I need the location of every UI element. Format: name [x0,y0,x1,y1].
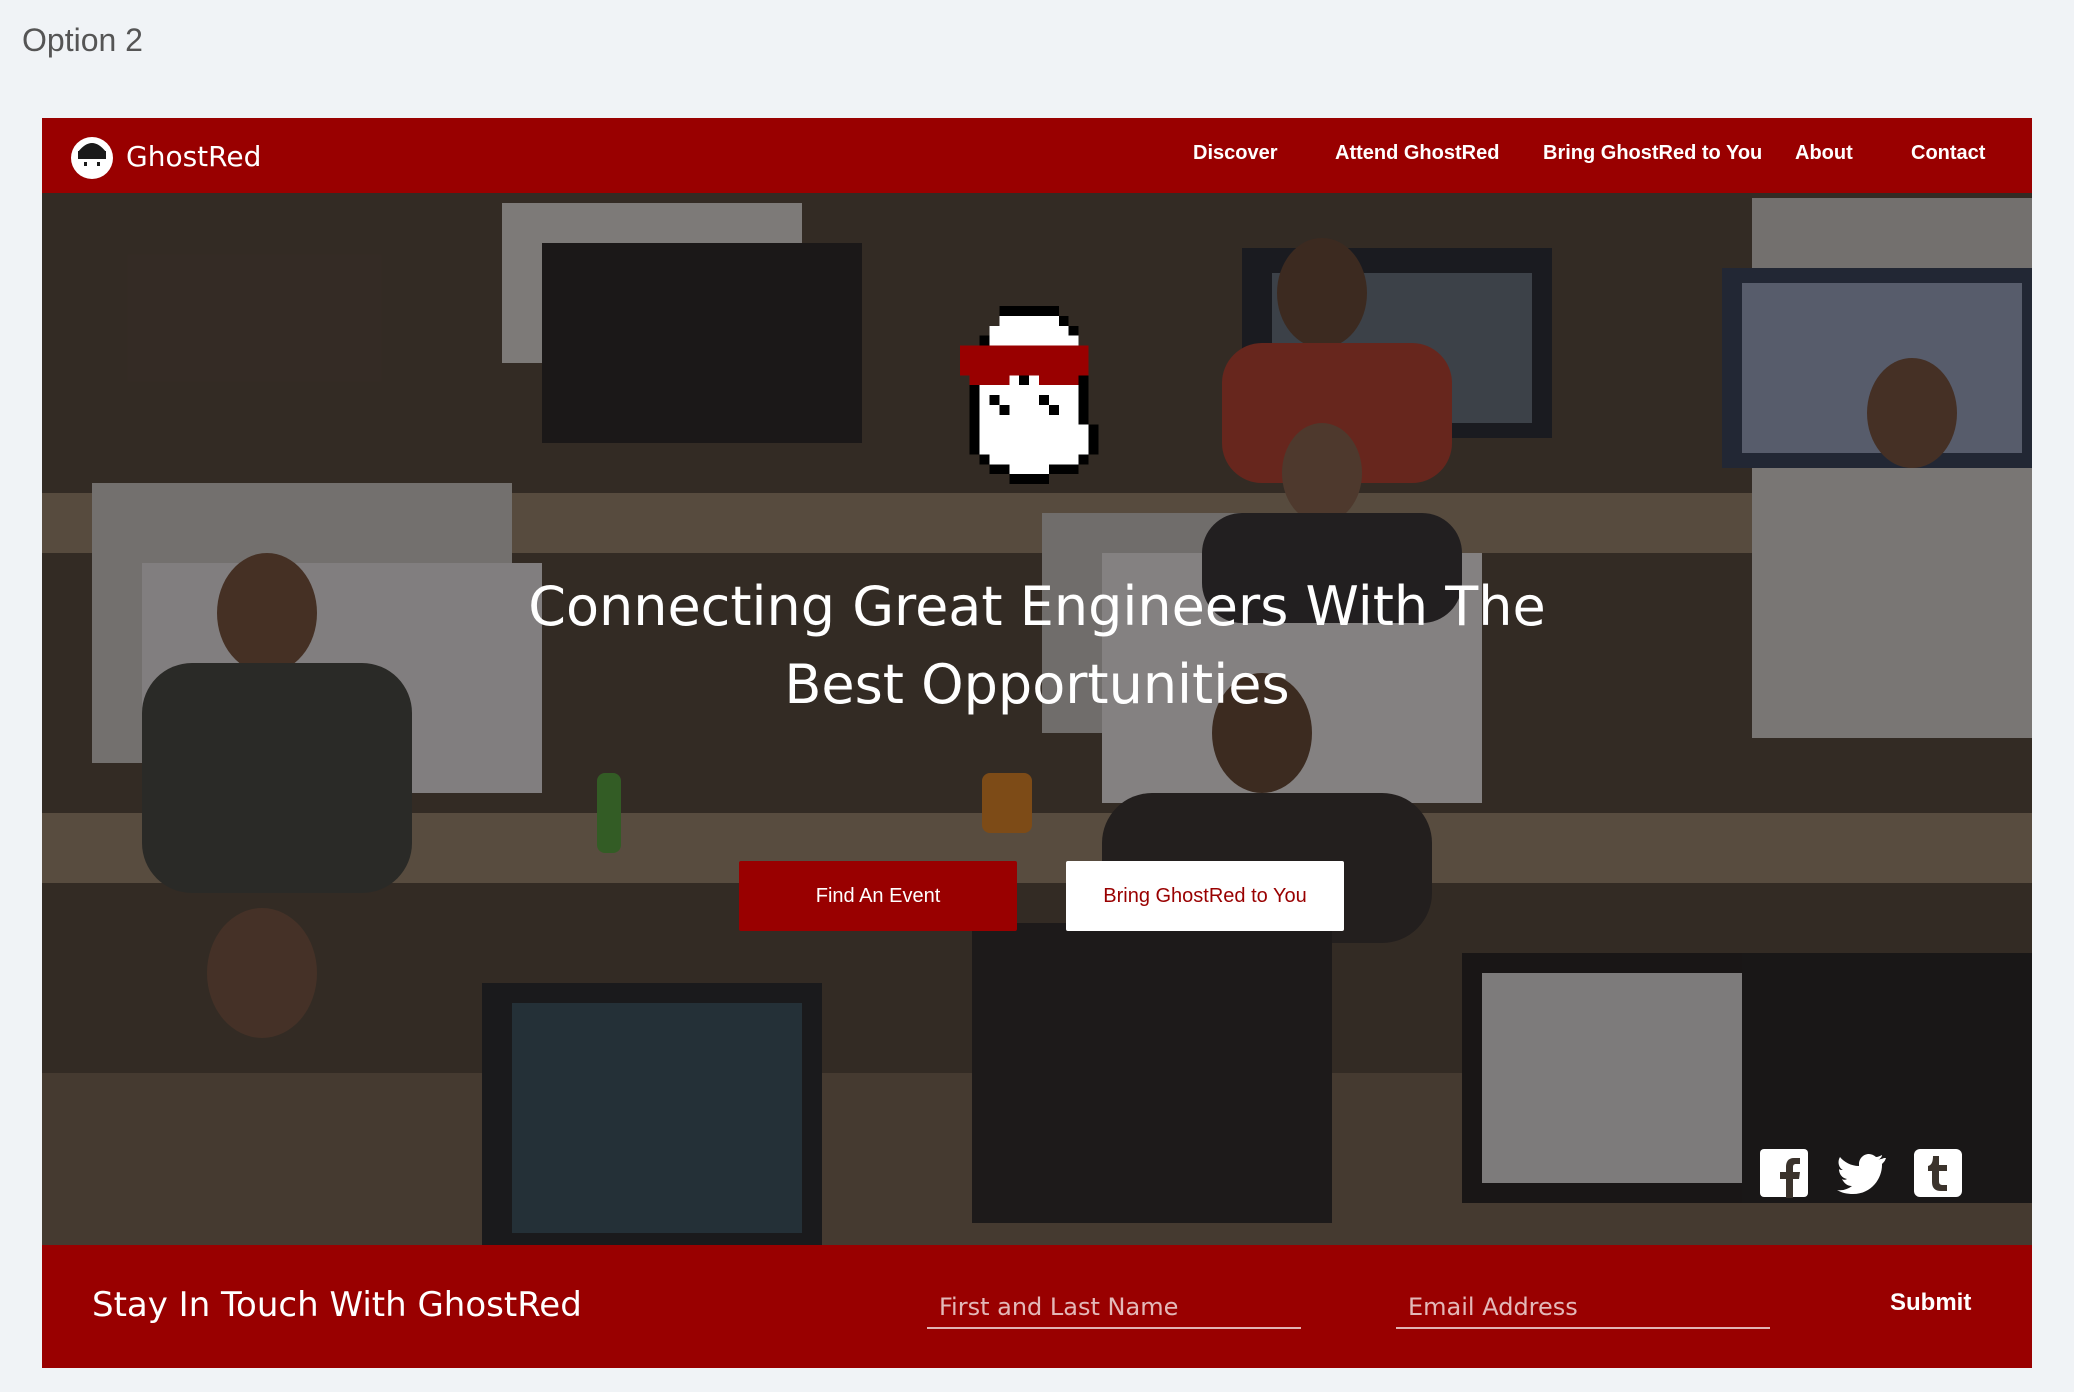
newsletter-signup-bar: Stay In Touch With GhostRed Submit [42,1245,2032,1368]
nav-about[interactable]: About [1795,142,1853,165]
brand-logo[interactable]: GhostRed [70,132,261,180]
email-field-wrapper [1396,1287,1770,1329]
hero-headline-line-1: Connecting Great Engineers With The [528,575,1546,638]
option-label: Option 2 [22,22,143,58]
nav-contact[interactable]: Contact [1911,142,1985,165]
facebook-icon[interactable] [1759,1148,1809,1198]
submit-button[interactable]: Submit [1890,1289,1971,1317]
website-mockup: GhostRed Discover Attend GhostRed Bring … [42,118,2032,1368]
find-an-event-button[interactable]: Find An Event [739,861,1017,931]
hero-headline-line-2: Best Opportunities [784,653,1290,716]
nav-discover[interactable]: Discover [1193,142,1278,165]
bring-ghostred-button[interactable]: Bring GhostRed to You [1066,861,1344,931]
ghost-mascot-icon [959,306,1099,485]
newsletter-title: Stay In Touch With GhostRed [92,1285,582,1325]
hero-headline: Connecting Great Engineers With The Best… [487,568,1587,724]
brand-name: GhostRed [126,139,262,173]
ghost-logo-icon [71,137,113,179]
nav-attend-ghostred[interactable]: Attend GhostRed [1335,142,1499,165]
nav-bring-ghostred[interactable]: Bring GhostRed to You [1543,142,1762,165]
name-input[interactable] [927,1287,1301,1327]
name-field-wrapper [927,1287,1301,1329]
tumblr-icon[interactable] [1913,1148,1963,1198]
twitter-icon[interactable] [1836,1148,1886,1198]
hero-section: Connecting Great Engineers With The Best… [42,193,2032,1245]
email-input[interactable] [1396,1287,1770,1327]
top-navigation-bar: GhostRed Discover Attend GhostRed Bring … [42,118,2032,193]
